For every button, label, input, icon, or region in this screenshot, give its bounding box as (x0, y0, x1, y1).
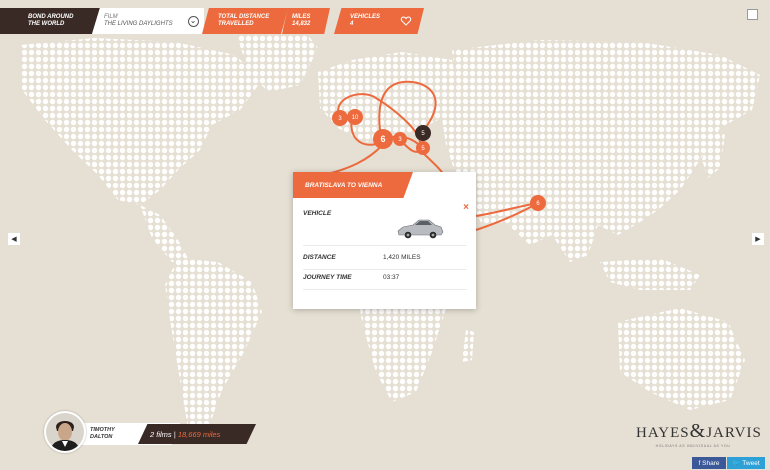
svg-text:10: 10 (352, 115, 359, 121)
avatar[interactable] (44, 411, 86, 453)
logo-ampersand: & (689, 420, 707, 442)
total-distance: Total distance travelled (202, 8, 288, 34)
twitter-bird-icon: 🐦 (732, 460, 741, 467)
popup-title: BRATISLAVA TO VIENNA (293, 172, 413, 198)
actor-miles: 18,669 miles (177, 429, 221, 439)
film-name: The Living Daylights (104, 21, 173, 27)
arrow-right-icon: ▶ (755, 236, 761, 243)
vehicle-label: VEHICLE (303, 210, 332, 217)
distance-label: DISTANCE (303, 254, 336, 261)
site-title[interactable]: Bond around the world (0, 8, 100, 34)
film-label: Film (104, 14, 118, 20)
arrow-left-icon: ◀ (11, 236, 17, 243)
film-selector[interactable]: Film The Living Daylights (92, 8, 190, 34)
heart-outline-icon (400, 16, 412, 26)
svg-text:6: 6 (380, 134, 385, 144)
facebook-share-button[interactable]: f Share (692, 457, 726, 469)
car-image (397, 219, 444, 239)
chevron-down-icon: ⌄ (187, 15, 199, 27)
next-arrow-button[interactable]: ▶ (752, 233, 764, 245)
journey-time-label: JOURNEY TIME (303, 274, 352, 281)
journey-time-value: 03:37 (383, 274, 400, 281)
stats-separator: | (173, 429, 176, 439)
actor-portrait (46, 413, 84, 451)
vehicles-value: 4 (350, 21, 354, 27)
miles-value: 14,832 (292, 21, 311, 27)
actor-stats: 2 films | 18,669 miles (138, 424, 256, 444)
map-marker[interactable]: 10 (347, 109, 363, 125)
twitter-tweet-button[interactable]: 🐦 Tweet (727, 457, 765, 469)
journey-time-row: JOURNEY TIME 03:37 (303, 274, 467, 290)
map-marker[interactable]: 3 (393, 132, 407, 146)
map-marker[interactable]: 3 (332, 110, 348, 126)
journey-popup: BRATISLAVA TO VIENNA × VEHICLE DISTANCE … (293, 172, 476, 309)
brand-logo[interactable]: HAYES&JARVIS HOLIDAYS AS INDIVIDUAL AS Y… (636, 420, 761, 448)
logo-tagline: HOLIDAYS AS INDIVIDUAL AS YOU (655, 444, 731, 448)
miles-label: Miles (292, 14, 311, 20)
tweet-label: Tweet (742, 459, 760, 467)
distance-row: DISTANCE 1,420 MILES (303, 254, 467, 270)
logo-right: JARVIS (706, 425, 762, 441)
vehicles-label: Vehicles (350, 14, 381, 20)
map-marker[interactable]: 5 (416, 141, 430, 155)
map-marker[interactable]: 6 (530, 195, 546, 211)
total-distance-label: Total distance (218, 14, 270, 20)
total-distance-label-2: travelled (218, 21, 254, 27)
top-bar: Bond around the world Film The Living Dayl… (0, 8, 424, 34)
map-marker[interactable]: 6 (373, 129, 393, 149)
fullscreen-button[interactable] (747, 9, 758, 20)
vehicles-stat: Vehicles 4 (334, 8, 396, 34)
vehicle-row: VEHICLE (303, 210, 467, 246)
distance-value: 1,420 MILES (383, 254, 421, 261)
prev-arrow-button[interactable]: ◀ (8, 233, 20, 245)
title-line-2: the world (28, 21, 65, 27)
films-count: 2 films (150, 429, 172, 439)
miles-stat: Miles 14,832 (282, 8, 330, 34)
map-marker[interactable]: 5 (415, 125, 431, 141)
logo-left: HAYES (636, 425, 690, 441)
title-line-1: Bond around (28, 14, 74, 20)
